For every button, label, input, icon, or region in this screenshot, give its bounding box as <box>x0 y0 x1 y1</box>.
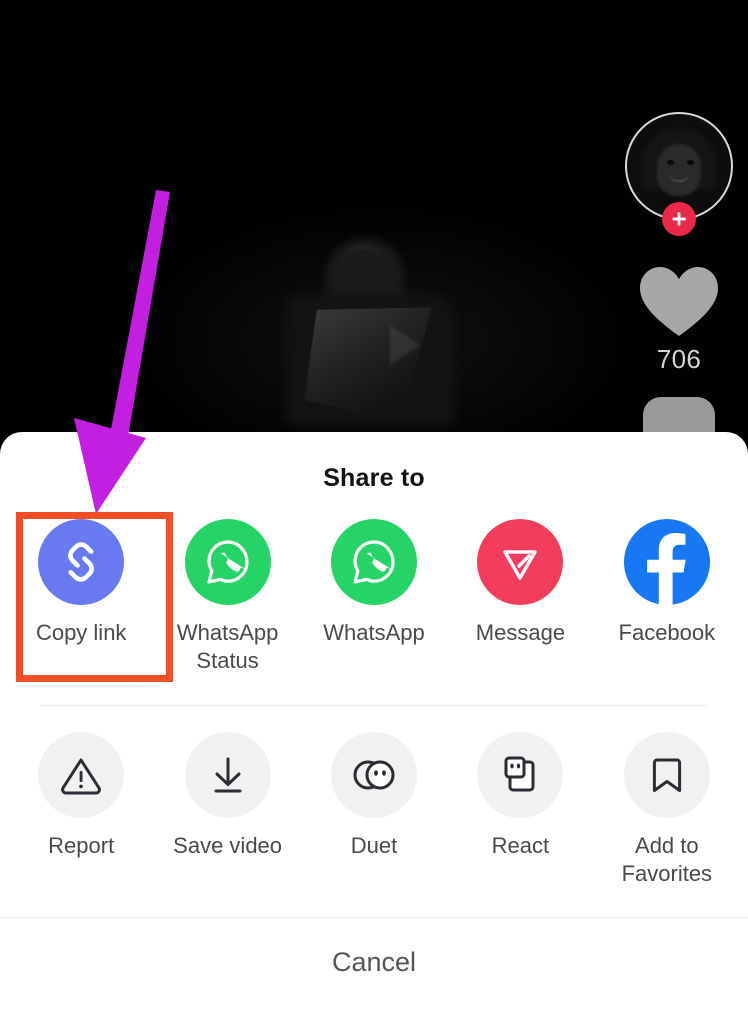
share-option-message[interactable]: Message <box>447 519 593 675</box>
warning-triangle-icon <box>61 758 102 795</box>
facebook-icon <box>646 533 686 605</box>
react-icon-circle <box>477 732 564 819</box>
favorites-icon-circle <box>623 732 710 819</box>
share-option-whatsapp[interactable]: WhatsApp <box>301 519 447 675</box>
like-button[interactable]: 706 <box>610 264 748 375</box>
save-video-icon-circle <box>184 732 271 819</box>
avatar[interactable] <box>625 112 733 236</box>
share-option-label: Duet <box>350 833 398 859</box>
send-icon <box>503 550 538 580</box>
duet-icon-circle <box>331 732 418 819</box>
plus-icon <box>672 212 686 226</box>
action-rail: 706 <box>610 100 748 457</box>
avatar-eye-left <box>667 160 674 165</box>
share-option-label: Add to Favorites <box>621 833 713 887</box>
share-option-label: WhatsApp <box>323 620 425 645</box>
message-icon-circle <box>477 519 564 605</box>
whatsapp-status-icon-circle <box>184 519 271 605</box>
heart-icon <box>640 267 718 336</box>
share-targets-row: Copy link WhatsApp Status WhatsApp Messa… <box>0 493 748 675</box>
share-option-duet[interactable]: Duet <box>301 732 447 888</box>
share-option-label: Facebook <box>618 620 716 645</box>
share-option-label: WhatsApp Status <box>176 620 279 674</box>
report-icon-circle <box>38 732 125 819</box>
share-option-label: Message <box>475 620 566 645</box>
cancel-button[interactable]: Cancel <box>0 918 748 1008</box>
video-subject-hood-trim <box>340 246 386 286</box>
share-actions-row: Report Save video Duet React Add to Favo… <box>0 706 748 888</box>
share-option-add-to-favorites[interactable]: Add to Favorites <box>594 732 740 888</box>
copy-link-icon-circle <box>38 519 125 605</box>
download-icon <box>214 757 242 793</box>
avatar-mask <box>657 144 701 196</box>
duet-icon <box>353 760 395 790</box>
share-option-report[interactable]: Report <box>8 732 154 888</box>
facebook-icon-circle <box>623 519 710 605</box>
whatsapp-icon <box>353 540 395 584</box>
share-option-save-video[interactable]: Save video <box>154 732 300 888</box>
tiktok-share-screen: 706 Share to Copy link WhatsApp Status W… <box>0 0 748 1024</box>
share-option-react[interactable]: React <box>447 732 593 888</box>
video-subject <box>268 238 478 438</box>
share-option-facebook[interactable]: Facebook <box>594 519 740 675</box>
share-option-label: Copy link <box>35 620 127 645</box>
like-count: 706 <box>656 344 702 374</box>
follow-button[interactable] <box>662 202 696 236</box>
share-option-copy-link[interactable]: Copy link <box>8 519 154 675</box>
share-option-whatsapp-status[interactable]: WhatsApp Status <box>154 519 300 675</box>
share-sheet-title: Share to <box>323 464 425 492</box>
whatsapp-icon-circle <box>331 519 418 605</box>
bookmark-icon <box>652 758 681 793</box>
play-icon[interactable] <box>390 325 420 365</box>
link-icon <box>68 542 95 582</box>
avatar-eye-right <box>687 160 694 165</box>
share-option-label: Report <box>48 833 115 859</box>
share-sheet: Share to Copy link WhatsApp Status Whats… <box>0 432 748 1024</box>
react-icon <box>504 756 535 792</box>
share-option-label: React <box>491 833 550 859</box>
share-option-label: Save video <box>173 833 283 859</box>
whatsapp-icon <box>207 540 249 584</box>
